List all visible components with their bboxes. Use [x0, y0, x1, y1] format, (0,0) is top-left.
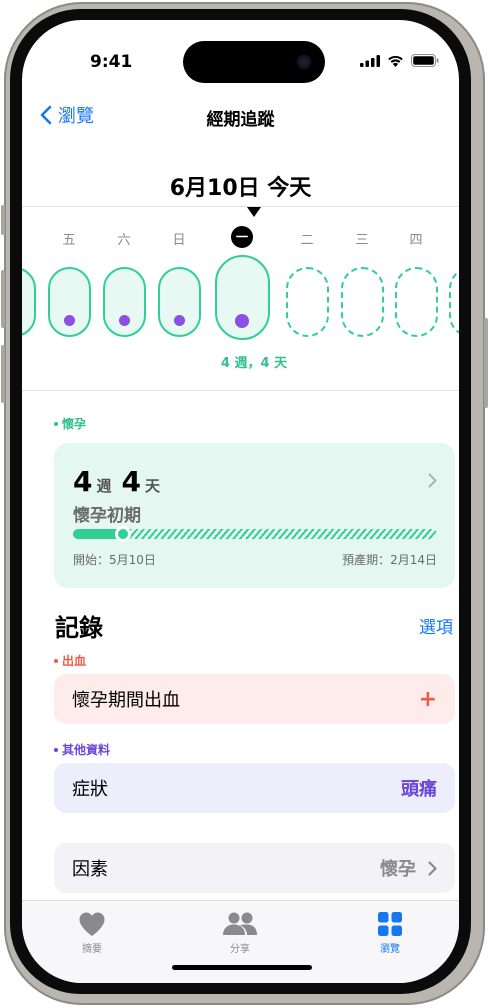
date-heading: 6月10日 今天: [169, 176, 312, 201]
add-bleeding-button[interactable]: +: [419, 687, 437, 712]
phone-bezel: 9:41 瀏覽 經期追蹤 6月10日 今天 五 六 日 一 二 三 四 4 週，…: [10, 9, 471, 994]
action-button: [1, 205, 5, 235]
bullet-icon: [54, 421, 58, 426]
divider: [22, 390, 459, 391]
weekday-label: 四: [409, 233, 423, 248]
people-icon: [223, 912, 257, 935]
fertile-dot-icon: [235, 314, 249, 328]
chevron-right-icon: [428, 469, 437, 493]
symptom-value: 頭痛: [401, 779, 437, 800]
day-pill[interactable]: [285, 267, 329, 337]
factors-row[interactable]: 因素 懷孕: [54, 843, 455, 893]
battery-icon: [411, 54, 439, 67]
day-pill[interactable]: [157, 267, 201, 337]
weekday-label: 三: [355, 233, 369, 248]
divider: [22, 206, 459, 207]
pregnancy-bleeding-row[interactable]: 懷孕期間出血 +: [54, 674, 455, 724]
row-label: 懷孕期間出血: [72, 690, 180, 711]
pregnancy-due-date: 預產期：2月14日: [342, 553, 437, 567]
options-button[interactable]: 選項: [419, 613, 453, 638]
status-icons: [360, 54, 439, 67]
days-number: 4: [121, 465, 141, 498]
camera-icon: [297, 55, 311, 69]
pregnancy-card[interactable]: 4 週 4 天 懷孕初期 開始：5月10日 預產期：2月14日: [54, 443, 455, 588]
weekday-label: 二: [300, 233, 314, 248]
tab-browse[interactable]: 瀏覽: [340, 911, 440, 955]
pregnancy-week-caption: 4 週，4 天: [220, 356, 288, 371]
weekday-label: 日: [172, 233, 186, 248]
other-data-section-tag: 其他資料: [54, 741, 110, 758]
wifi-icon: [388, 55, 403, 67]
today-day-pill[interactable]: [214, 255, 270, 340]
fertile-dot-icon: [118, 315, 130, 326]
pregnancy-progress-bar: [73, 526, 437, 542]
day-pill[interactable]: [394, 267, 438, 337]
other-data-tag-label: 其他資料: [62, 743, 111, 757]
power-button: [484, 318, 488, 408]
day-pill[interactable]: [22, 267, 36, 337]
weekday-label: 一: [231, 226, 253, 248]
symptoms-row[interactable]: 症狀 頭痛: [54, 763, 455, 813]
weekday-label: 六: [117, 233, 131, 248]
factor-value-group: 懷孕: [380, 855, 437, 881]
page-title: 經期追蹤: [206, 110, 275, 130]
day-pill[interactable]: [448, 267, 459, 337]
bleeding-tag-label: 出血: [62, 654, 87, 668]
tab-share[interactable]: 分享: [190, 911, 290, 955]
fertile-dot-icon: [63, 315, 75, 326]
day-pill[interactable]: [47, 267, 91, 337]
chevron-right-icon: [428, 860, 437, 876]
heart-icon: [79, 912, 105, 936]
tab-summary[interactable]: 摘要: [42, 911, 142, 955]
volume-up-button: [1, 270, 5, 328]
row-label: 症狀: [72, 779, 108, 800]
fertile-dot-icon: [173, 315, 185, 326]
bullet-icon: [54, 747, 58, 752]
progress-knob: [114, 526, 131, 542]
pregnancy-tag-label: 懷孕: [62, 417, 87, 431]
tab-label: 分享: [230, 944, 250, 955]
bleeding-section-tag: 出血: [54, 652, 86, 669]
today-marker-icon: [247, 207, 261, 217]
cellular-signal-icon: [360, 54, 380, 67]
tab-label: 瀏覽: [380, 944, 400, 955]
screen: 9:41 瀏覽 經期追蹤 6月10日 今天 五 六 日 一 二 三 四 4 週，…: [22, 20, 459, 983]
pregnancy-section-tag: 懷孕: [54, 415, 86, 432]
status-time: 9:41: [90, 52, 133, 72]
day-pill[interactable]: [102, 267, 146, 337]
grid-icon: [378, 912, 402, 936]
tab-label: 摘要: [82, 944, 102, 955]
weeks-unit: 週: [96, 477, 112, 495]
day-pill[interactable]: [340, 267, 384, 337]
factor-value: 懷孕: [380, 859, 416, 880]
pregnancy-duration: 4 週 4 天: [73, 465, 166, 498]
row-label: 因素: [72, 859, 108, 880]
log-section-title: 記錄: [55, 614, 103, 642]
volume-down-button: [1, 345, 5, 403]
home-indicator[interactable]: [172, 965, 312, 970]
bullet-icon: [54, 658, 58, 663]
pregnancy-start-date: 開始：5月10日: [73, 553, 156, 567]
dynamic-island: [183, 41, 325, 83]
days-unit: 天: [144, 477, 160, 495]
weeks-number: 4: [73, 465, 93, 498]
weekday-label: 四: [22, 229, 29, 248]
weekday-label: 五: [62, 233, 76, 248]
tab-bar: 摘要 分享 瀏覽: [22, 900, 459, 983]
pregnancy-stage: 懷孕初期: [73, 506, 141, 526]
